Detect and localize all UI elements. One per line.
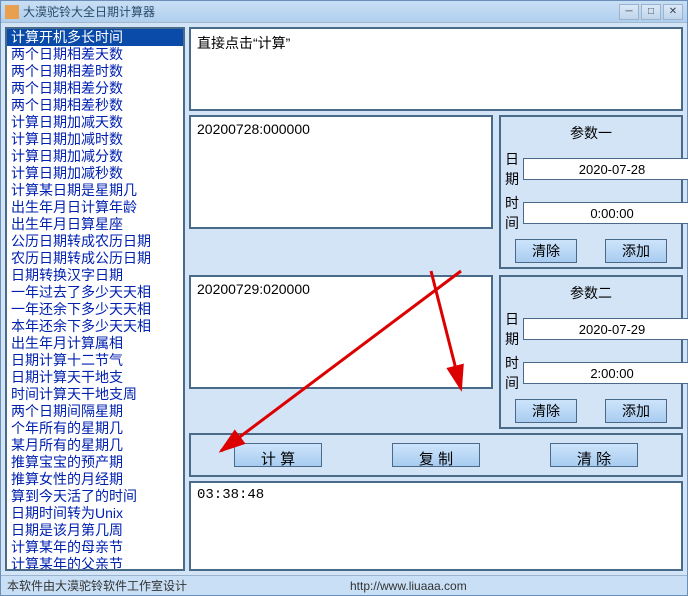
param2-panel: 参数二 日期 ▾ 时间 ▴▾ 清除 添加: [499, 275, 683, 429]
calc-button[interactable]: 计 算: [234, 443, 322, 467]
result-box[interactable]: [189, 481, 683, 571]
sidebar-item[interactable]: 两个日期相差时数: [7, 63, 183, 80]
status-left: 本软件由大漠驼铃软件工作室设计: [1, 577, 344, 594]
entry-b-box[interactable]: [189, 275, 493, 389]
sidebar-item[interactable]: 本年还余下多少天天相: [7, 318, 183, 335]
sidebar-item[interactable]: 两个日期相差秒数: [7, 97, 183, 114]
param2-date-input[interactable]: [523, 318, 688, 340]
sidebar-item[interactable]: 一年过去了多少天天相: [7, 284, 183, 301]
sidebar-item[interactable]: 日期转换汉字日期: [7, 267, 183, 284]
sidebar-item[interactable]: 一年还余下多少天天相: [7, 301, 183, 318]
sidebar-item[interactable]: 个年所有的星期几: [7, 420, 183, 437]
sidebar-item[interactable]: 出生年月日计算年龄: [7, 199, 183, 216]
entry-a-box[interactable]: [189, 115, 493, 229]
sidebar-item[interactable]: 计算日期加减秒数: [7, 165, 183, 182]
close-button[interactable]: ✕: [663, 4, 683, 20]
sidebar-item[interactable]: 计算某日期是星期几: [7, 182, 183, 199]
sidebar-item[interactable]: 日期是该月第几周: [7, 522, 183, 539]
param1-add-button[interactable]: 添加: [605, 239, 667, 263]
sidebar-item[interactable]: 计算某年的父亲节: [7, 556, 183, 571]
param1-time-input[interactable]: [523, 202, 688, 224]
clear-button[interactable]: 清 除: [550, 443, 638, 467]
sidebar-item[interactable]: 公历日期转成农历日期: [7, 233, 183, 250]
sidebar-item[interactable]: 日期计算十二节气: [7, 352, 183, 369]
sidebar-item[interactable]: 两个日期间隔星期: [7, 403, 183, 420]
param1-time-label: 时间: [505, 193, 519, 233]
sidebar-item[interactable]: 算到今天活了的时间: [7, 488, 183, 505]
param2-date-label: 日期: [505, 309, 519, 349]
param2-add-button[interactable]: 添加: [605, 399, 667, 423]
param2-time-label: 时间: [505, 353, 519, 393]
sidebar-item[interactable]: 推算宝宝的预产期: [7, 454, 183, 471]
param2-title: 参数二: [505, 281, 677, 305]
titlebar: 大漠驼铃大全日期计算器 ─ □ ✕: [1, 1, 687, 23]
sidebar-item[interactable]: 计算日期加减天数: [7, 114, 183, 131]
sidebar-item[interactable]: 农历日期转成公历日期: [7, 250, 183, 267]
maximize-button[interactable]: □: [641, 4, 661, 20]
param1-clear-button[interactable]: 清除: [515, 239, 577, 263]
app-icon: [5, 5, 19, 19]
sidebar-list: 计算开机多长时间两个日期相差天数两个日期相差时数两个日期相差分数两个日期相差秒数…: [7, 29, 183, 571]
instruction-box[interactable]: [189, 27, 683, 111]
sidebar: 计算开机多长时间两个日期相差天数两个日期相差时数两个日期相差分数两个日期相差秒数…: [5, 27, 185, 571]
sidebar-item[interactable]: 日期时间转为Unix: [7, 505, 183, 522]
sidebar-item[interactable]: 计算日期加减时数: [7, 131, 183, 148]
minimize-button[interactable]: ─: [619, 4, 639, 20]
param2-time-input[interactable]: [523, 362, 688, 384]
sidebar-item[interactable]: 出生年月计算属相: [7, 335, 183, 352]
param2-clear-button[interactable]: 清除: [515, 399, 577, 423]
action-bar: 计 算 复 制 清 除: [189, 433, 683, 477]
param1-panel: 参数一 日期 ▾ 时间 ▴▾ 清除 添加: [499, 115, 683, 269]
window-title: 大漠驼铃大全日期计算器: [23, 3, 619, 20]
param1-title: 参数一: [505, 121, 677, 145]
sidebar-item[interactable]: 两个日期相差天数: [7, 46, 183, 63]
param1-date-label: 日期: [505, 149, 519, 189]
sidebar-item[interactable]: 计算某年的母亲节: [7, 539, 183, 556]
statusbar: 本软件由大漠驼铃软件工作室设计 http://www.liuaaa.com: [1, 575, 687, 595]
sidebar-item[interactable]: 两个日期相差分数: [7, 80, 183, 97]
param1-date-input[interactable]: [523, 158, 688, 180]
sidebar-item[interactable]: 日期计算天干地支: [7, 369, 183, 386]
sidebar-item[interactable]: 计算开机多长时间: [7, 29, 183, 46]
status-url: http://www.liuaaa.com: [344, 579, 687, 593]
sidebar-item[interactable]: 计算日期加减分数: [7, 148, 183, 165]
copy-button[interactable]: 复 制: [392, 443, 480, 467]
sidebar-item[interactable]: 时间计算天干地支周: [7, 386, 183, 403]
sidebar-item[interactable]: 出生年月日算星座: [7, 216, 183, 233]
sidebar-item[interactable]: 推算女性的月经期: [7, 471, 183, 488]
sidebar-item[interactable]: 某月所有的星期几: [7, 437, 183, 454]
